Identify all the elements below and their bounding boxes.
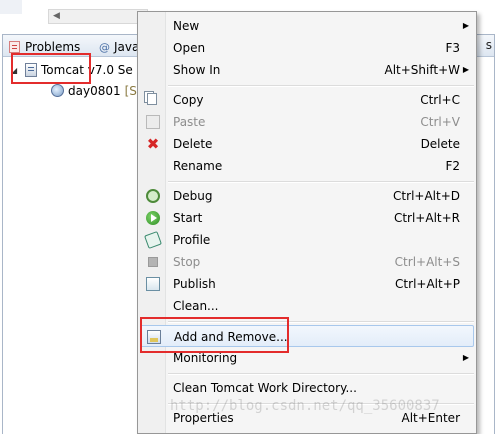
menu-item-open-label: Open: [173, 41, 206, 55]
at-icon: @: [99, 41, 110, 54]
menu-item-delete[interactable]: ✖ Delete Delete: [140, 133, 474, 155]
menu-item-publish-label: Publish: [173, 277, 216, 291]
menu-separator: [168, 181, 474, 183]
menu-item-copy-label: Copy: [173, 93, 204, 107]
menu-item-publish-shortcut: Ctrl+Alt+P: [395, 277, 460, 291]
menu-item-show-in-label: Show In: [173, 63, 221, 77]
tab-overflow-label: s: [485, 38, 492, 52]
horizontal-scrollbar[interactable]: ◀: [48, 9, 148, 24]
submenu-arrow-icon: ▶: [462, 21, 469, 30]
menu-item-start-shortcut: Ctrl+Alt+R: [393, 211, 460, 225]
highlight-box-add-remove: [140, 317, 289, 353]
publish-icon: [146, 277, 160, 291]
menu-item-open-shortcut: F3: [445, 41, 460, 55]
tab-javadoc[interactable]: @ Java: [99, 38, 139, 56]
module-label: day0801: [68, 84, 121, 98]
start-icon: [146, 211, 160, 225]
menu-item-clean-work-dir[interactable]: Clean Tomcat Work Directory...: [140, 377, 474, 399]
delete-icon: ✖: [146, 135, 160, 153]
menu-item-debug-label: Debug: [173, 189, 213, 203]
scroll-left-arrow-icon[interactable]: ◀: [53, 11, 60, 21]
debug-icon: [146, 189, 160, 203]
web-module-icon: [51, 84, 64, 97]
tab-problems-label: Problems: [25, 40, 81, 54]
menu-item-copy-shortcut: Ctrl+C: [420, 93, 460, 107]
problems-icon: [9, 41, 20, 53]
profile-icon: [144, 231, 162, 249]
tab-javadoc-label: Java: [114, 40, 140, 54]
menu-separator: [168, 85, 474, 87]
menu-item-clean-label: Clean...: [173, 299, 219, 313]
menu-item-profile-label: Profile: [173, 233, 211, 247]
menu-item-stop-shortcut: Ctrl+Alt+S: [394, 255, 460, 269]
highlight-box-server: [11, 53, 91, 84]
menu-item-clean-work-dir-label: Clean Tomcat Work Directory...: [173, 381, 357, 395]
submenu-arrow-icon: ▶: [462, 65, 469, 74]
editor-corner: [0, 0, 22, 14]
menu-item-new[interactable]: New ▶: [140, 15, 474, 37]
menu-item-stop[interactable]: Stop Ctrl+Alt+S: [140, 251, 474, 273]
menu-item-rename-shortcut: F2: [445, 159, 460, 173]
menu-item-debug[interactable]: Debug Ctrl+Alt+D: [140, 185, 474, 207]
menu-item-new-label: New: [173, 19, 200, 33]
paste-icon: [146, 115, 160, 129]
context-menu: New ▶ Open F3 Show In Alt+Shift+W ▶ Copy…: [137, 11, 477, 434]
menu-item-start[interactable]: Start Ctrl+Alt+R: [140, 207, 474, 229]
module-status: [S: [124, 84, 137, 98]
menu-item-paste[interactable]: Paste Ctrl+V: [140, 111, 474, 133]
menu-item-paste-shortcut: Ctrl+V: [420, 115, 460, 129]
menu-item-rename-label: Rename: [173, 159, 223, 173]
copy-icon: [147, 93, 157, 105]
menu-item-show-in[interactable]: Show In Alt+Shift+W ▶: [140, 59, 474, 81]
menu-item-delete-shortcut: Delete: [420, 137, 460, 151]
menu-item-delete-label: Delete: [173, 137, 213, 151]
tree-item-web-module[interactable]: day0801 [S: [51, 82, 137, 100]
watermark: http://blog.csdn.net/qq_35600837: [170, 398, 440, 414]
menu-item-open[interactable]: Open F3: [140, 37, 474, 59]
stop-icon: [148, 257, 158, 267]
menu-item-publish[interactable]: Publish Ctrl+Alt+P: [140, 273, 474, 295]
menu-item-clean[interactable]: Clean...: [140, 295, 474, 317]
menu-item-paste-label: Paste: [173, 115, 206, 129]
submenu-arrow-icon: ▶: [462, 353, 469, 362]
menu-item-show-in-shortcut: Alt+Shift+W: [384, 63, 461, 77]
menu-item-copy[interactable]: Copy Ctrl+C: [140, 89, 474, 111]
menu-separator: [168, 373, 474, 375]
menu-item-profile[interactable]: Profile: [140, 229, 474, 251]
menu-item-start-label: Start: [173, 211, 203, 225]
menu-item-rename[interactable]: Rename F2: [140, 155, 474, 177]
menu-item-stop-label: Stop: [173, 255, 201, 269]
menu-item-debug-shortcut: Ctrl+Alt+D: [393, 189, 460, 203]
